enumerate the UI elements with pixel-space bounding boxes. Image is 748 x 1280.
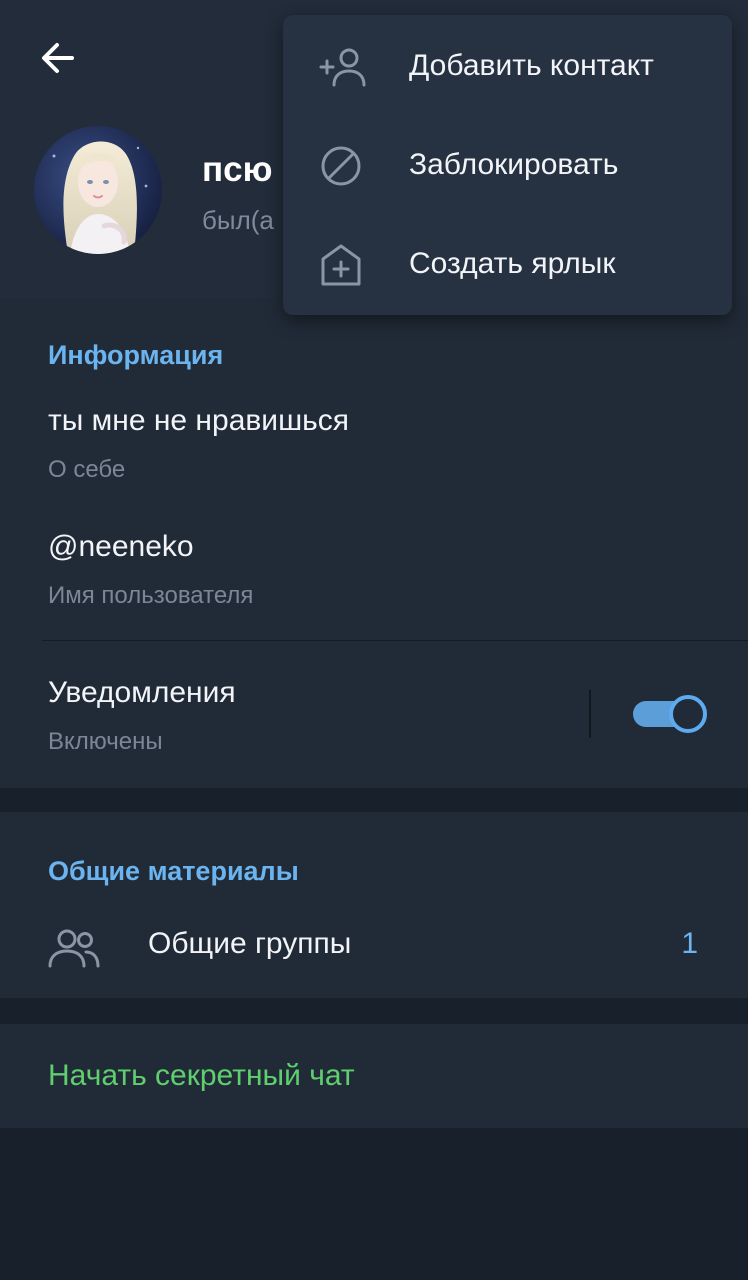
add-contact-icon xyxy=(317,45,369,89)
start-secret-chat-label: Начать секретный чат xyxy=(48,1059,355,1092)
divider xyxy=(42,640,748,641)
username-caption: Имя пользователя xyxy=(48,582,254,609)
menu-item-label: Создать ярлык xyxy=(409,247,616,280)
menu-item-label: Добавить контакт xyxy=(409,49,654,82)
notifications-label: Уведомления xyxy=(48,676,236,709)
bio-text: ты мне не нравишься xyxy=(48,404,350,437)
bio-row[interactable]: ты мне не нравишься О себе xyxy=(0,394,748,502)
info-section: Информация ты мне не нравишься О себе @n… xyxy=(0,298,748,788)
secret-chat-section: Начать секретный чат xyxy=(0,1024,748,1128)
toggle-knob xyxy=(669,695,707,733)
shared-media-title: Общие материалы xyxy=(48,856,299,886)
avatar-image xyxy=(34,126,162,254)
menu-item-create-shortcut[interactable]: Создать ярлык xyxy=(283,215,732,315)
add-shortcut-icon xyxy=(317,243,369,287)
profile-name: псю xyxy=(202,150,273,189)
notifications-status: Включены xyxy=(48,728,163,755)
last-seen-status: был(а xyxy=(202,205,274,235)
common-groups-count: 1 xyxy=(681,927,698,960)
username-text: @neeneko xyxy=(48,530,194,563)
username-row[interactable]: @neeneko Имя пользователя xyxy=(0,520,748,630)
groups-icon xyxy=(48,929,100,968)
avatar[interactable] xyxy=(34,126,162,254)
notifications-toggle[interactable] xyxy=(633,695,707,733)
menu-item-add-contact[interactable]: Добавить контакт xyxy=(283,17,732,117)
bio-caption: О себе xyxy=(48,456,126,483)
start-secret-chat-button[interactable]: Начать секретный чат xyxy=(0,1024,748,1128)
menu-item-label: Заблокировать xyxy=(409,148,619,181)
common-groups-row[interactable] xyxy=(0,908,748,998)
shared-media-section: Общие материалы Общие группы 1 xyxy=(0,812,748,998)
menu-item-block[interactable]: Заблокировать xyxy=(283,116,732,216)
back-button[interactable] xyxy=(26,30,90,86)
block-icon xyxy=(317,144,369,188)
arrow-left-icon xyxy=(42,43,74,73)
toggle-separator xyxy=(589,690,591,738)
profile-screen: псю был(а Информация ты мне не нравишься… xyxy=(0,0,748,1280)
overflow-menu: Добавить контакт Заблокировать Создать я… xyxy=(283,15,732,315)
info-section-title: Информация xyxy=(48,340,224,370)
common-groups-label: Общие группы xyxy=(148,927,352,960)
